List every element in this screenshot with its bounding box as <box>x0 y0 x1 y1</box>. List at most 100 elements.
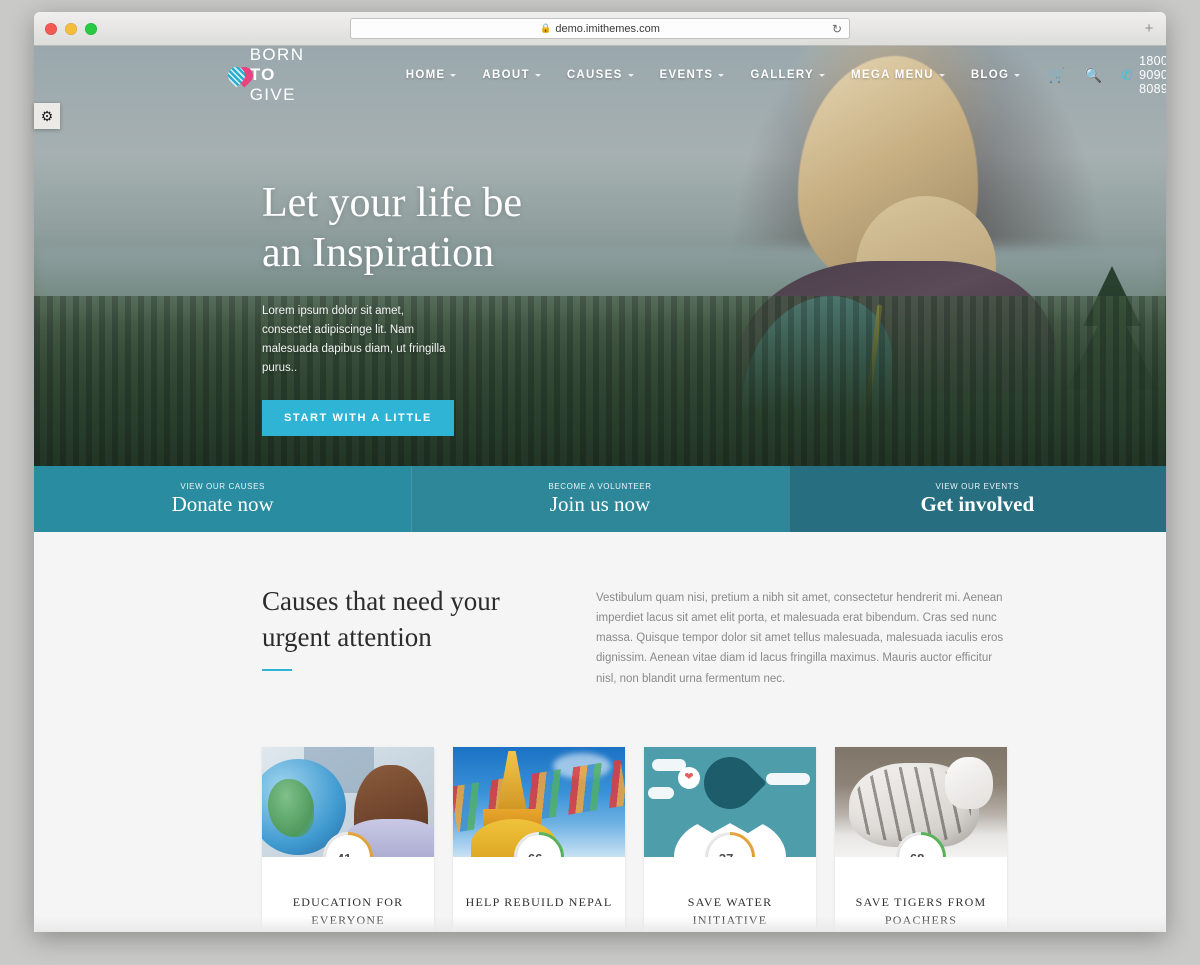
cause-card[interactable]: 41 % EDUCATION FOR EVERYONE $50,000.00 d… <box>262 746 434 932</box>
new-tab-button[interactable]: + <box>1141 21 1157 37</box>
causes-title-line-2: urgent attention <box>262 621 432 652</box>
nav-label: GALLERY <box>750 69 814 81</box>
hero-person-figure <box>736 46 1076 466</box>
heart-icon: ❤ <box>678 766 700 789</box>
cta-donate-now[interactable]: VIEW OUR CAUSES Donate now <box>34 466 412 532</box>
shopping-cart-icon[interactable]: 🛒 <box>1048 68 1065 82</box>
causes-header: Causes that need your urgent attention V… <box>34 584 1166 689</box>
hero-tree <box>1052 266 1166 466</box>
search-icon[interactable]: 🔍 <box>1085 68 1102 82</box>
causes-title-line-1: Causes that need your <box>262 586 500 616</box>
cta-kicker: BECOME A VOLUNTEER <box>548 481 652 491</box>
progress-percent: 66 <box>528 851 542 857</box>
chevron-down-icon <box>718 73 725 77</box>
nav-label: HOME <box>405 69 446 81</box>
nav-utilities: 🛒 🔍 ✆ 1800-9090-8089 <box>1048 54 1166 96</box>
percent-symbol: % <box>352 856 359 857</box>
chevron-down-icon <box>1014 73 1021 77</box>
girl-with-globe-photo: 41 % <box>262 746 434 857</box>
page-viewport: BORN TO GIVE HOME ABOUT CAUSES EVENTS GA… <box>34 46 1166 932</box>
nav-item-causes[interactable]: CAUSES <box>567 69 634 81</box>
nav-menu: HOME ABOUT CAUSES EVENTS GALLERY MEGA ME… <box>406 69 1021 81</box>
cause-title[interactable]: HELP REBUILD NEPAL <box>465 893 613 911</box>
percent-symbol: % <box>925 856 932 857</box>
nav-label: BLOG <box>970 69 1010 81</box>
causes-card-grid: 41 % EDUCATION FOR EVERYONE $50,000.00 d… <box>34 689 1166 932</box>
hero-subtitle: Lorem ipsum dolor sit amet, consectet ad… <box>262 305 446 374</box>
minimize-window-button[interactable] <box>65 22 77 35</box>
chevron-down-icon <box>450 73 457 77</box>
progress-percent: 41 <box>337 851 351 857</box>
cta-kicker: VIEW OUR EVENTS <box>935 481 1020 491</box>
cta-title: Get involved <box>920 491 1035 516</box>
cta-kicker: VIEW OUR CAUSES <box>180 481 265 491</box>
causes-title: Causes that need your urgent attention <box>262 584 552 655</box>
progress-ring: 37 % <box>705 831 755 857</box>
hero-content: Let your life be an Inspiration Lorem ip… <box>262 182 722 436</box>
window-controls[interactable] <box>45 22 97 35</box>
nav-item-blog[interactable]: BLOG <box>970 69 1021 81</box>
causes-section: Causes that need your urgent attention V… <box>34 532 1166 932</box>
progress-ring: 66 % <box>514 831 564 857</box>
cta-get-involved[interactable]: VIEW OUR EVENTS Get involved <box>788 466 1166 532</box>
nav-label: MEGA MENU <box>850 69 934 81</box>
cause-title[interactable]: EDUCATION FOR EVERYONE <box>274 893 422 929</box>
nav-item-events[interactable]: EVENTS <box>660 69 725 81</box>
progress-ring: 41 % <box>323 831 373 857</box>
cta-title: Join us now <box>549 491 651 516</box>
nav-item-gallery[interactable]: GALLERY <box>750 69 825 81</box>
hero-title-line-1: Let your life be <box>262 180 523 226</box>
cause-card-body: SAVE TIGERS FROM POACHERS $54,700.00 don… <box>835 857 1007 932</box>
cause-amount: $166,290.00 donated of $250,000.00 goal <box>465 931 613 932</box>
water-drop-illustration: ❤ 37 % <box>644 746 816 857</box>
browser-window: 🔒 demo.imithemes.com ↻ + BORN TO GIVE HO… <box>34 12 1166 932</box>
causes-description: Vestibulum quam nisi, pretium a nibh sit… <box>596 592 1004 685</box>
percent-symbol: % <box>543 856 550 857</box>
cta-bar: VIEW OUR CAUSES Donate now BECOME A VOLU… <box>34 466 1166 532</box>
percent-symbol: % <box>734 856 741 857</box>
title-underline <box>262 669 292 672</box>
progress-percent: 37 <box>719 851 733 857</box>
site-logo[interactable]: BORN TO GIVE <box>224 46 318 105</box>
hero-cta-button[interactable]: START WITH A LITTLE <box>262 399 454 436</box>
url-text: demo.imithemes.com <box>555 22 660 35</box>
maximize-window-button[interactable] <box>85 22 97 35</box>
nav-item-home[interactable]: HOME <box>406 69 457 81</box>
nav-label: CAUSES <box>566 69 623 81</box>
cause-title[interactable]: SAVE WATER INITIATIVE <box>656 893 804 929</box>
phone-number[interactable]: ✆ 1800-9090-8089 <box>1121 54 1166 96</box>
nav-item-about[interactable]: ABOUT <box>482 69 541 81</box>
browser-titlebar: 🔒 demo.imithemes.com ↻ + <box>34 12 1166 46</box>
brand-name: BORN TO GIVE <box>249 46 305 104</box>
chevron-down-icon <box>818 73 825 77</box>
chevron-down-icon <box>938 73 945 77</box>
cause-card[interactable]: 68 % SAVE TIGERS FROM POACHERS $54,700.0… <box>835 746 1007 932</box>
cause-title[interactable]: SAVE TIGERS FROM POACHERS <box>847 893 995 929</box>
phone-icon: ✆ <box>1121 67 1134 83</box>
cause-card-body: HELP REBUILD NEPAL $166,290.00 donated o… <box>453 857 625 932</box>
progress-percent: 68 <box>910 851 924 857</box>
chevron-down-icon <box>534 73 541 77</box>
main-navigation: BORN TO GIVE HOME ABOUT CAUSES EVENTS GA… <box>34 46 1166 104</box>
hero-title-line-2: an Inspiration <box>262 230 495 276</box>
heart-logo-icon <box>224 63 257 88</box>
cause-card-body: EDUCATION FOR EVERYONE $50,000.00 donate… <box>262 857 434 932</box>
progress-ring: 68 % <box>896 831 946 857</box>
nav-item-mega-menu[interactable]: MEGA MENU <box>851 69 945 81</box>
hero-section: BORN TO GIVE HOME ABOUT CAUSES EVENTS GA… <box>34 46 1166 466</box>
cause-card[interactable]: ❤ 37 % SAVE WATER INITIATIV <box>644 746 816 932</box>
white-tiger-photo: 68 % <box>835 746 1007 857</box>
cta-join-us-now[interactable]: BECOME A VOLUNTEER Join us now <box>411 466 789 532</box>
lock-icon: 🔒 <box>540 23 552 33</box>
phone-text: 1800-9090-8089 <box>1139 54 1166 96</box>
reload-icon[interactable]: ↻ <box>832 22 842 36</box>
causes-title-block: Causes that need your urgent attention <box>262 584 552 689</box>
gears-icon[interactable]: ⚙ <box>34 103 60 129</box>
cause-card-body: SAVE WATER INITIATIVE $130,800.00 donate… <box>644 857 816 932</box>
address-bar[interactable]: 🔒 demo.imithemes.com ↻ <box>350 18 850 39</box>
cause-card[interactable]: 66 % HELP REBUILD NEPAL $166,290.00 dona… <box>453 746 625 932</box>
close-window-button[interactable] <box>45 22 57 35</box>
cta-title: Donate now <box>171 491 274 516</box>
chevron-down-icon <box>627 73 634 77</box>
hero-title: Let your life be an Inspiration <box>262 182 722 274</box>
